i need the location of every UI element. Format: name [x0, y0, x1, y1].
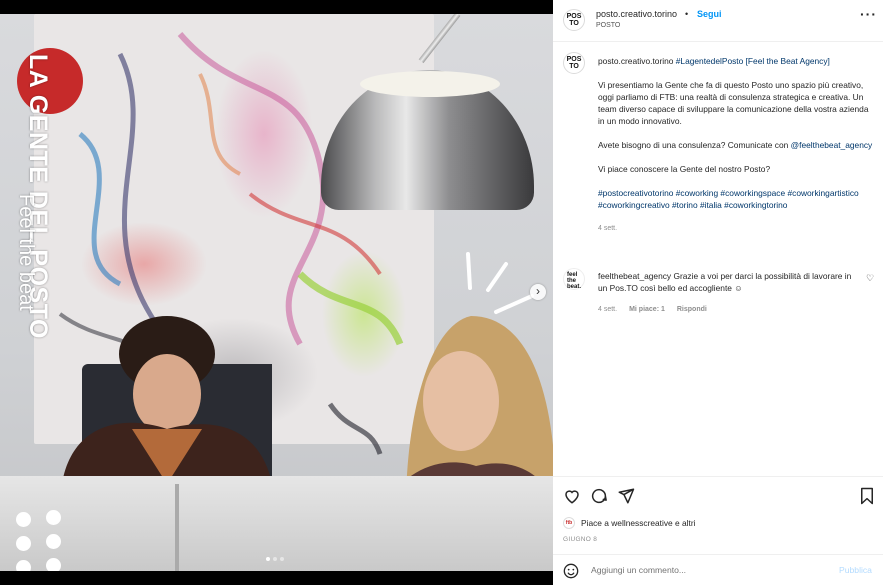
- person-left: [62, 316, 272, 484]
- mention-link[interactable]: @feelthebeat_agency: [791, 140, 873, 150]
- post-photo[interactable]: LA GENTE DEL POSTO Feel the beat: [0, 14, 553, 571]
- likes-text[interactable]: Piace a wellnesscreative e altri: [581, 518, 696, 528]
- paper-plane-icon[interactable]: [617, 487, 635, 505]
- overlay-subtitle: Feel the beat: [15, 194, 37, 311]
- comment-username[interactable]: feelthebeat_agency: [598, 271, 671, 281]
- follow-button[interactable]: Segui: [697, 9, 722, 19]
- caption-body: posto.creativo.torino #LagentedelPosto […: [598, 55, 876, 247]
- desk-divider: [175, 484, 179, 571]
- instagram-post-view: LA GENTE DEL POSTO Feel the beat › POS T…: [0, 0, 883, 585]
- heart-outline-icon[interactable]: [563, 487, 581, 505]
- dot-pattern: [14, 510, 66, 571]
- caption-headline: #LagentedelPosto [Feel the Beat Agency]: [675, 56, 830, 66]
- caption-username[interactable]: posto.creativo.torino: [598, 56, 673, 66]
- more-options-icon[interactable]: ···: [860, 6, 877, 22]
- caption-avatar[interactable]: POS TO: [563, 52, 585, 74]
- comment-avatar[interactable]: feel the beat.: [563, 268, 585, 290]
- post-date: GIUGNO 8: [563, 536, 598, 543]
- comment-likes[interactable]: Mi piace: 1: [629, 306, 665, 313]
- likes-avatar: ftb: [563, 517, 575, 529]
- lamp-bulb: [360, 71, 500, 97]
- spark-lines-icon: [466, 252, 534, 314]
- header-separator: •: [685, 9, 689, 19]
- header-username[interactable]: posto.creativo.torino: [596, 9, 677, 19]
- account-avatar[interactable]: POS TO: [563, 9, 585, 31]
- caption-paragraph-3: Vi piace conoscere la Gente del nostro P…: [598, 164, 771, 174]
- post-details-panel: POS TO posto.creativo.torino • Segui POS…: [553, 0, 883, 585]
- post-actions: ftb Piace a wellnesscreative e altri GIU…: [553, 476, 883, 585]
- carousel-dot: [280, 557, 284, 561]
- reply-button[interactable]: Rispondi: [677, 306, 707, 313]
- carousel-dot-active: [266, 557, 270, 561]
- caption-paragraph-2: Avete bisogno di una consulenza? Comunic…: [598, 140, 789, 150]
- smiley-icon[interactable]: [563, 563, 579, 579]
- chevron-right-icon: ›: [536, 284, 540, 298]
- carousel-dot: [273, 557, 277, 561]
- comment-time[interactable]: 4 sett.: [598, 306, 617, 313]
- caption-time[interactable]: 4 sett.: [598, 223, 876, 235]
- bookmark-icon[interactable]: [859, 487, 875, 505]
- heart-outline-icon[interactable]: ♡: [866, 273, 874, 284]
- comment-meta: 4 sett. Mi piace: 1 Rispondi: [598, 306, 707, 313]
- likes-summary[interactable]: ftb Piace a wellnesscreative e altri: [563, 517, 696, 529]
- next-slide-button[interactable]: ›: [530, 284, 546, 300]
- carousel-indicator: [266, 557, 284, 561]
- location-link[interactable]: POSTO: [596, 22, 620, 29]
- comment-input[interactable]: [591, 565, 791, 575]
- comment-avatar-text: feel the beat.: [567, 272, 582, 290]
- comment-bubble-icon[interactable]: [590, 487, 608, 505]
- post-header: POS TO posto.creativo.torino • Segui POS…: [553, 0, 883, 42]
- publish-button[interactable]: Pubblica: [839, 565, 872, 575]
- comment-body: feelthebeat_agency Grazie a voi per darc…: [598, 270, 860, 294]
- caption-paragraph-1: Vi presentiamo la Gente che fa di questo…: [598, 80, 869, 126]
- add-comment-bar: Pubblica: [553, 554, 883, 585]
- caption-hashtags[interactable]: #postocreativotorino #coworking #coworki…: [598, 187, 876, 211]
